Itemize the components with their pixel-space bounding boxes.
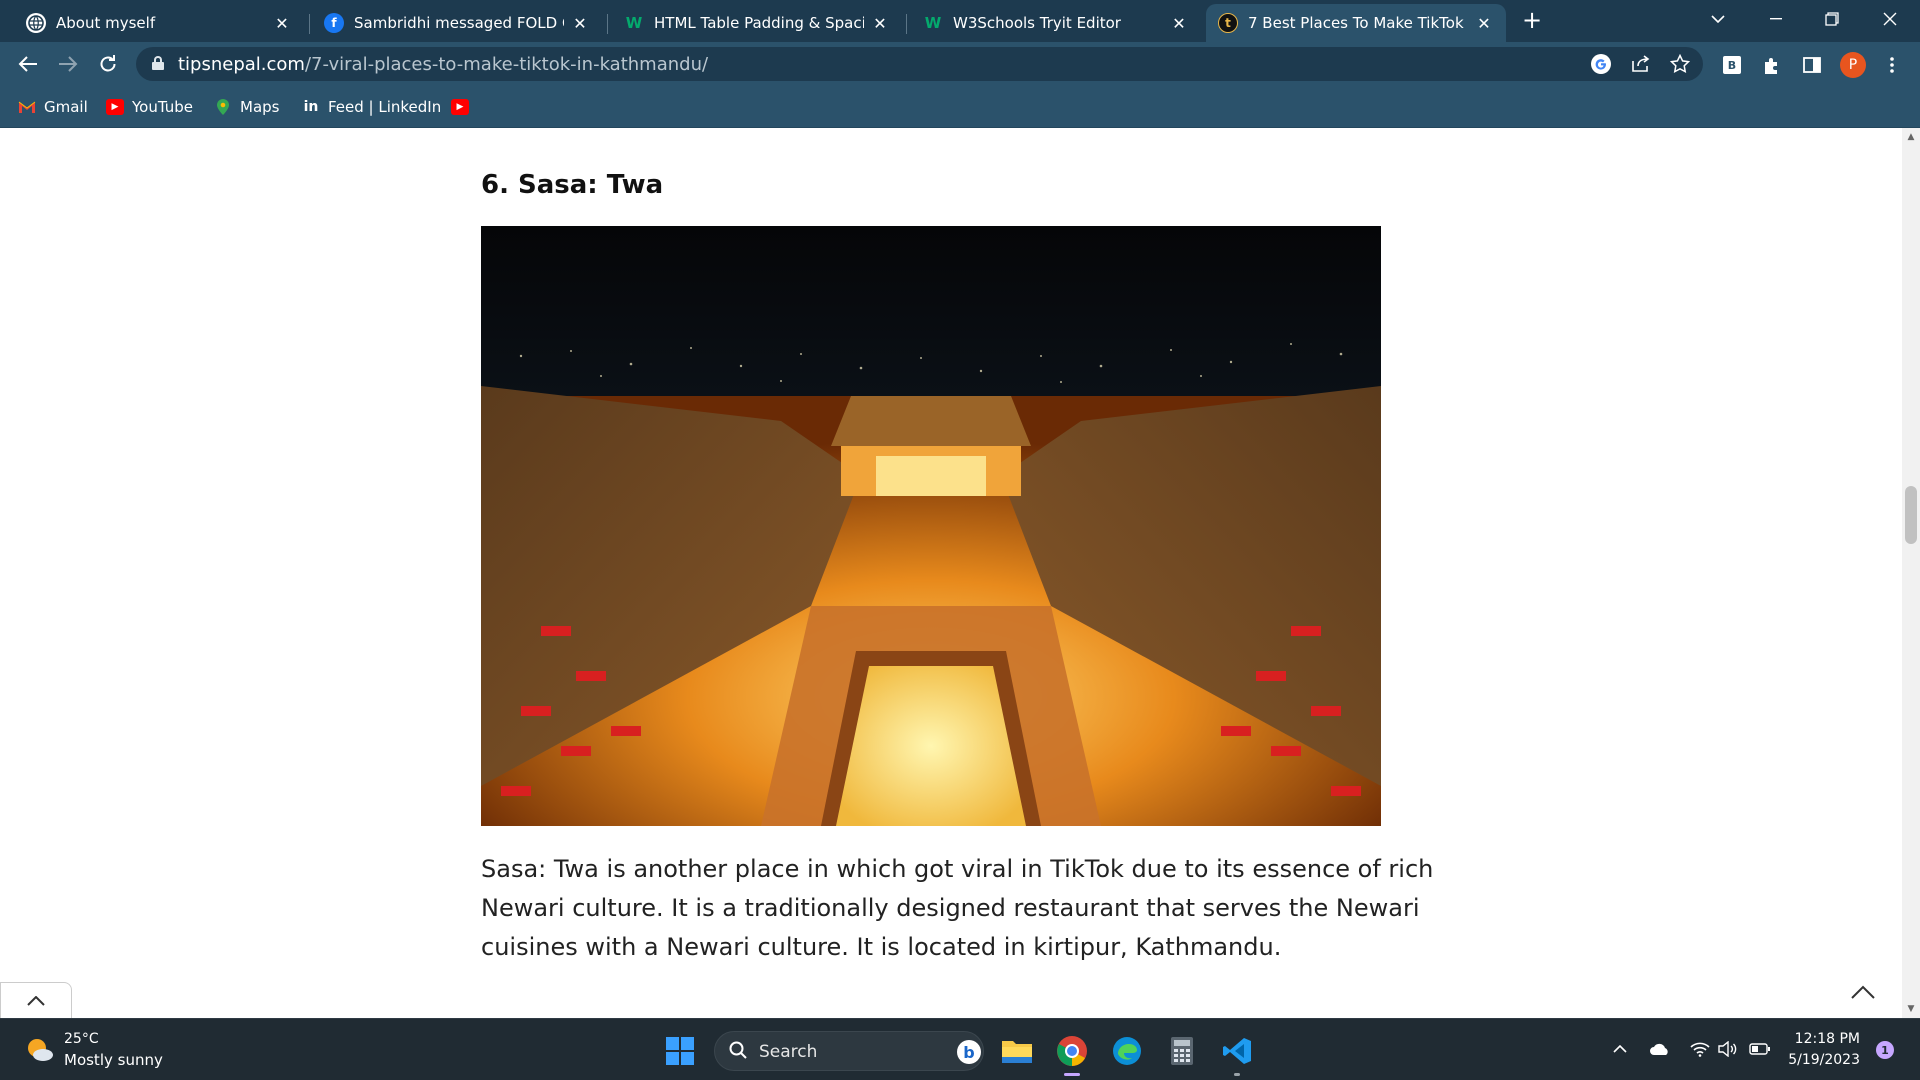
scrollbar-thumb[interactable]	[1905, 486, 1917, 544]
side-panel-icon[interactable]	[1800, 53, 1824, 77]
file-explorer-icon[interactable]	[999, 1033, 1035, 1069]
bing-icon[interactable]: b	[957, 1040, 981, 1064]
weather-temperature[interactable]: 25°C	[64, 1031, 99, 1047]
battery-icon[interactable]	[1748, 1037, 1772, 1061]
close-window-icon[interactable]	[1868, 4, 1912, 34]
chrome-icon[interactable]	[1054, 1033, 1090, 1069]
article-photo	[481, 226, 1381, 826]
restore-icon[interactable]	[1810, 4, 1854, 34]
vscode-open-indicator	[1234, 1073, 1240, 1076]
google-lens-icon[interactable]	[1589, 52, 1613, 76]
bookmark-youtube[interactable]: ▶ YouTube	[106, 96, 193, 118]
w3schools-icon: W	[924, 14, 942, 32]
scroll-up-icon[interactable]: ▲	[1906, 132, 1916, 142]
tab-title: Sambridhi messaged FOLD CLOT	[354, 14, 564, 32]
bookmark-star-icon[interactable]	[1668, 52, 1692, 76]
edge-icon[interactable]	[1109, 1033, 1145, 1069]
weather-description[interactable]: Mostly sunny	[64, 1051, 163, 1069]
tab-separator	[906, 14, 907, 34]
tab-title: 7 Best Places To Make TikTok In K	[1248, 14, 1468, 32]
tab-about-myself[interactable]: About myself ✕	[14, 4, 304, 42]
bookmark-label: Gmail	[44, 98, 88, 116]
tipsnepal-icon: t	[1218, 13, 1238, 33]
partly-sunny-icon[interactable]	[24, 1035, 54, 1065]
browser-toolbar: tipsnepal.com/7-viral-places-to-make-tik…	[0, 42, 1920, 86]
bookmark-label: Maps	[240, 98, 280, 116]
w3schools-icon: W	[625, 14, 643, 32]
gmail-icon	[18, 99, 36, 115]
tab-separator	[607, 14, 608, 34]
search-icon	[729, 1041, 747, 1064]
close-tab-icon[interactable]: ✕	[870, 13, 890, 33]
calculator-icon[interactable]	[1164, 1033, 1200, 1069]
windows-taskbar: 25°C Mostly sunny Search b 12:18 PM 5/19…	[0, 1018, 1920, 1080]
bookmark-linkedin[interactable]: in Feed | LinkedIn	[302, 96, 442, 118]
chrome-active-indicator	[1064, 1073, 1080, 1076]
page-scrollbar[interactable]: ▲ ▼	[1902, 128, 1920, 1018]
page-viewport: 6. Sasa: Twa Sasa: Twa is another place …	[0, 128, 1902, 1018]
extension-b-icon[interactable]: B	[1720, 53, 1744, 77]
scroll-to-top-icon[interactable]	[1845, 978, 1881, 1006]
notification-badge[interactable]: 1	[1876, 1041, 1894, 1059]
wifi-icon[interactable]	[1688, 1037, 1712, 1061]
taskbar-search[interactable]: Search b	[714, 1031, 984, 1071]
linkedin-icon: in	[303, 99, 319, 115]
reload-icon[interactable]	[94, 50, 122, 78]
windows-start-icon[interactable]	[662, 1033, 698, 1069]
tab-separator	[309, 14, 310, 34]
minimize-icon[interactable]	[1754, 4, 1798, 34]
tab-strip: About myself ✕ f Sambridhi messaged FOLD…	[0, 0, 1920, 42]
close-tab-icon[interactable]: ✕	[1169, 13, 1189, 33]
bookmark-youtube-2[interactable]: ▶	[451, 96, 477, 118]
download-bar-toggle-icon[interactable]	[0, 982, 72, 1018]
youtube-icon: ▶	[106, 99, 124, 115]
tab-title: About myself	[56, 14, 156, 32]
onedrive-cloud-icon[interactable]	[1648, 1037, 1672, 1061]
maps-icon	[214, 99, 232, 115]
clock-time[interactable]: 12:18 PM	[1788, 1031, 1860, 1047]
tab-title: HTML Table Padding & Spacing	[654, 14, 864, 32]
close-tab-icon[interactable]: ✕	[1474, 13, 1494, 33]
profile-avatar[interactable]: P	[1840, 52, 1866, 78]
bookmark-maps[interactable]: Maps	[214, 96, 279, 118]
bookmark-label: Feed | LinkedIn	[328, 98, 442, 116]
close-tab-icon[interactable]: ✕	[570, 13, 590, 33]
volume-icon[interactable]	[1716, 1037, 1740, 1061]
clock-date[interactable]: 5/19/2023	[1778, 1052, 1860, 1068]
tab-title: W3Schools Tryit Editor	[953, 14, 1121, 32]
vscode-icon[interactable]	[1219, 1033, 1255, 1069]
new-tab-button[interactable]: +	[1518, 6, 1546, 34]
tab-tipsnepal-active[interactable]: t 7 Best Places To Make TikTok In K ✕	[1206, 4, 1506, 42]
more-menu-icon[interactable]	[1880, 53, 1904, 77]
back-icon[interactable]	[14, 50, 42, 78]
youtube-icon: ▶	[451, 99, 469, 115]
article-paragraph: Sasa: Twa is another place in which got …	[481, 855, 1434, 961]
bookmark-gmail[interactable]: Gmail	[18, 96, 88, 118]
forward-icon[interactable]	[54, 50, 82, 78]
bookmark-label: YouTube	[132, 98, 193, 116]
tab-html-table-padding[interactable]: W HTML Table Padding & Spacing ✕	[612, 4, 902, 42]
facebook-icon: f	[324, 13, 344, 33]
tab-search-chevron-icon[interactable]	[1696, 4, 1740, 34]
address-bar[interactable]: tipsnepal.com/7-viral-places-to-make-tik…	[136, 47, 1703, 81]
scroll-down-icon[interactable]: ▼	[1906, 1004, 1916, 1014]
share-icon[interactable]	[1629, 52, 1653, 76]
url-text[interactable]: tipsnepal.com/7-viral-places-to-make-tik…	[178, 54, 708, 75]
search-label: Search	[759, 1042, 818, 1062]
globe-icon	[26, 13, 46, 33]
show-hidden-icons-chevron-icon[interactable]	[1608, 1037, 1632, 1061]
tab-facebook[interactable]: f Sambridhi messaged FOLD CLOT ✕	[312, 4, 602, 42]
tab-w3schools-tryit[interactable]: W W3Schools Tryit Editor ✕	[911, 4, 1201, 42]
lock-icon[interactable]	[152, 56, 164, 70]
bookmarks-bar: Gmail ▶ YouTube Maps in Feed | LinkedIn …	[0, 86, 1920, 128]
article-heading: 6. Sasa: Twa	[481, 170, 664, 200]
close-tab-icon[interactable]: ✕	[272, 13, 292, 33]
extensions-puzzle-icon[interactable]	[1760, 53, 1784, 77]
